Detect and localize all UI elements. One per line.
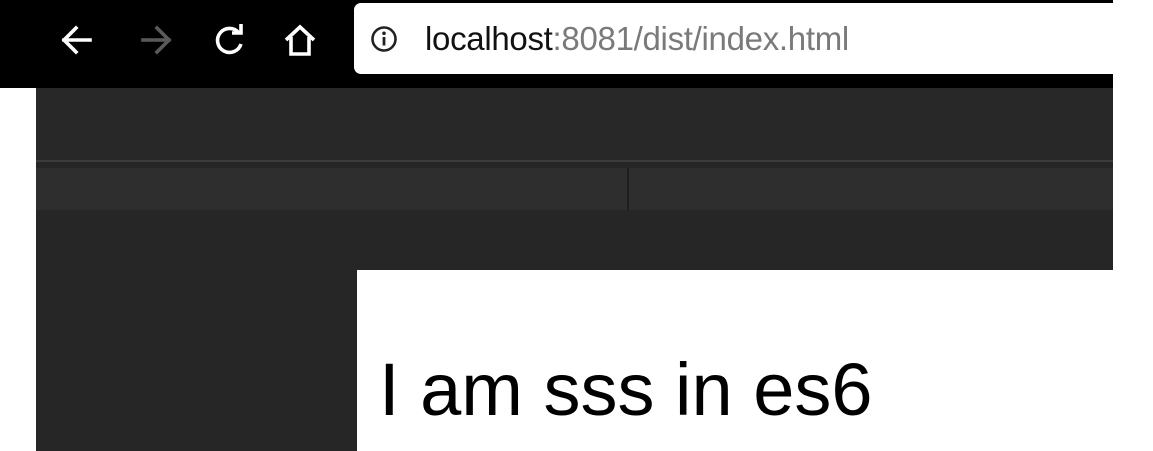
tab-divider[interactable]: [627, 168, 629, 210]
page-preview: I am sss in es6: [357, 270, 1113, 451]
sidebar-panel: [36, 212, 356, 451]
address-bar[interactable]: localhost:8081/dist/index.html: [354, 3, 1124, 74]
browser-toolbar: localhost:8081/dist/index.html: [0, 0, 1124, 88]
right-gutter: [1113, 0, 1153, 451]
home-button[interactable]: [276, 16, 324, 64]
forward-arrow-icon: [141, 25, 172, 55]
devtools-header: [36, 88, 1113, 162]
back-arrow-icon: [61, 25, 92, 55]
reload-button[interactable]: [205, 16, 253, 64]
left-gutter: [0, 88, 36, 451]
back-button[interactable]: [52, 16, 100, 64]
info-icon[interactable]: [370, 25, 398, 53]
screenshot-frame: localhost:8081/dist/index.html I am sss …: [0, 0, 1153, 451]
reload-icon: [215, 24, 243, 55]
tab-strip: [36, 168, 1113, 210]
url-text[interactable]: localhost:8081/dist/index.html: [425, 17, 849, 61]
forward-button[interactable]: [133, 16, 181, 64]
home-icon: [284, 24, 316, 56]
page-heading: I am sss in es6: [379, 348, 873, 431]
devtools-area: I am sss in es6: [36, 88, 1113, 451]
url-path: :8081/dist/index.html: [552, 20, 850, 57]
url-host: localhost: [425, 20, 553, 57]
